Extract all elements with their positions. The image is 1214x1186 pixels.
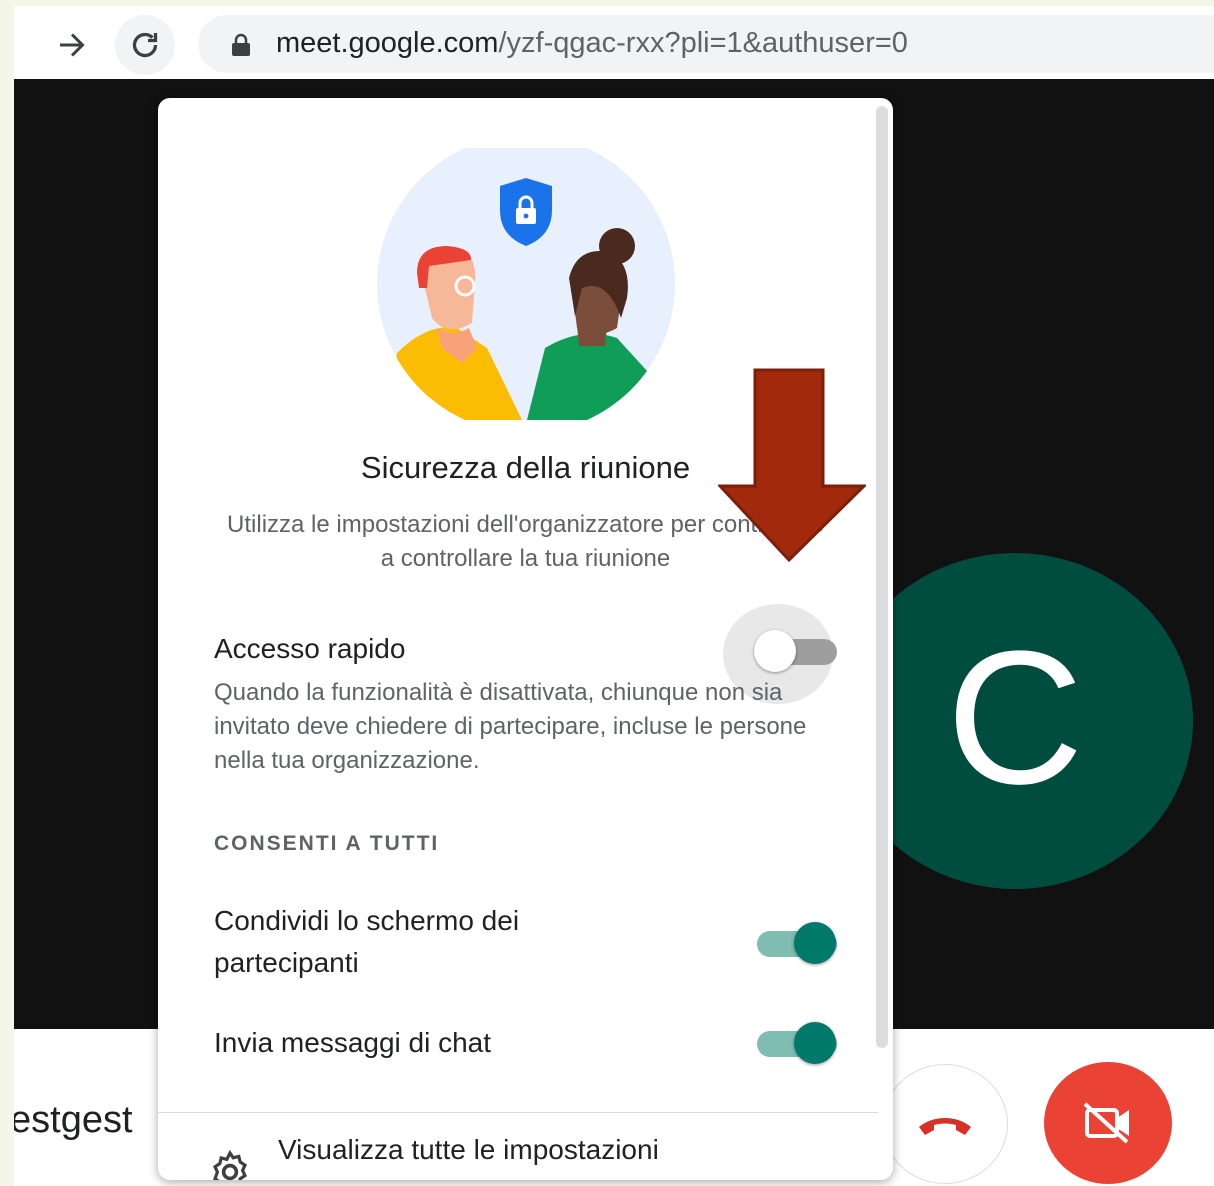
forward-button[interactable] xyxy=(42,15,102,75)
screen: meet.google.com/yzf-qgac-rxx?pli=1&authu… xyxy=(14,6,1214,1186)
url-host: meet.google.com xyxy=(276,27,499,59)
toggle-knob xyxy=(754,630,796,672)
share-screen-label: Condividi lo schermo dei partecipanti xyxy=(214,905,520,978)
lock-icon xyxy=(232,33,250,56)
url-text: meet.google.com/yzf-qgac-rxx?pli=1&authu… xyxy=(276,27,908,60)
share-screen-toggle[interactable] xyxy=(754,920,840,966)
quick-access-description: Quando la funzionalità è disattivata, ch… xyxy=(214,679,807,774)
send-chat-label: Invia messaggi di chat xyxy=(214,1027,492,1058)
view-all-settings-label[interactable]: Visualizza tutte le impostazioni xyxy=(278,1134,659,1166)
hangup-button[interactable] xyxy=(882,1064,1008,1184)
view-all-settings-link[interactable] xyxy=(206,1148,254,1180)
quick-access-toggle[interactable] xyxy=(754,628,840,674)
gear-icon xyxy=(212,1149,248,1180)
meeting-security-dialog: Sicurezza della riunione Utilizza le imp… xyxy=(158,98,893,1180)
meeting-code: estgest xyxy=(14,1099,133,1141)
reload-icon xyxy=(132,32,158,58)
dialog-scrollbar[interactable] xyxy=(876,106,888,1048)
security-illustration xyxy=(377,148,675,420)
url-path: /yzf-qgac-rxx?pli=1&authuser=0 xyxy=(498,27,908,59)
browser-toolbar: meet.google.com/yzf-qgac-rxx?pli=1&authu… xyxy=(14,6,1214,78)
divider xyxy=(158,1112,878,1113)
reload-button[interactable] xyxy=(115,15,175,75)
camera-off-button[interactable] xyxy=(1044,1062,1172,1184)
camera-off-icon xyxy=(1083,1102,1129,1144)
forward-arrow-icon xyxy=(60,33,85,57)
avatar-letter: C xyxy=(946,612,1084,824)
address-bar[interactable]: meet.google.com/yzf-qgac-rxx?pli=1&authu… xyxy=(198,15,1214,73)
send-chat-toggle[interactable] xyxy=(754,1020,840,1066)
annotation-arrow xyxy=(718,368,866,563)
toggle-knob xyxy=(794,922,836,964)
quick-access-label: Accesso rapido xyxy=(214,633,406,664)
hangup-icon xyxy=(919,1118,971,1135)
toggle-knob xyxy=(794,1022,836,1064)
section-header: CONSENTI A TUTTI xyxy=(214,832,440,855)
